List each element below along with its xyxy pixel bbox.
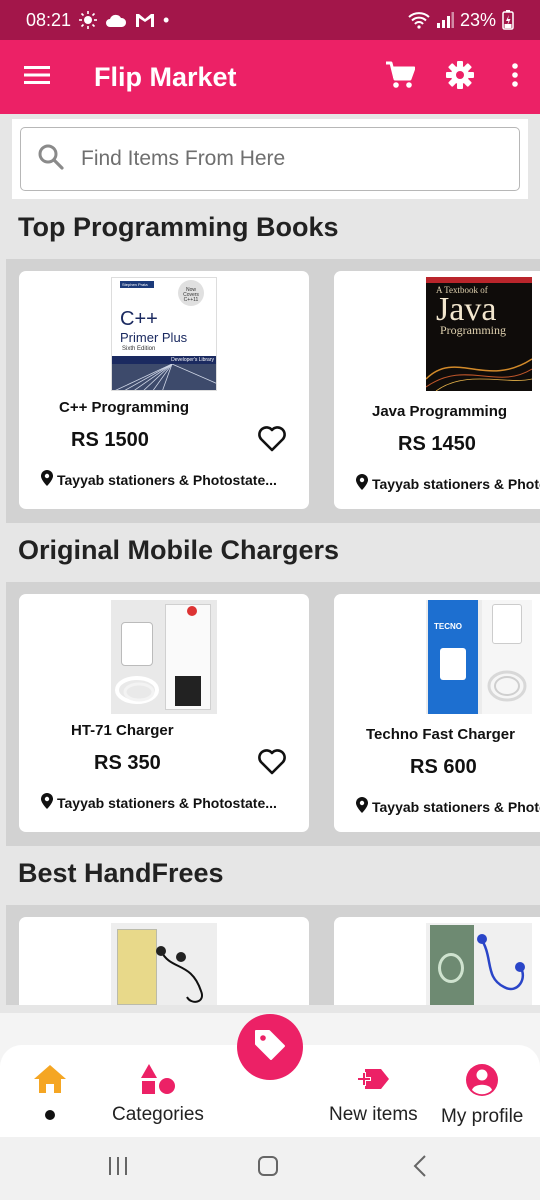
product-location: Tayyab stationers & Photostate... — [41, 793, 277, 812]
recents-icon — [107, 1156, 129, 1181]
books-carousel[interactable]: Stephen Prata Now Covers C++11 C++ Prime… — [6, 259, 540, 523]
system-navigation-bar — [0, 1137, 540, 1200]
box-brand: TECNO — [434, 622, 462, 631]
more-vert-icon — [511, 62, 519, 92]
product-name: Java Programming — [372, 403, 508, 420]
app-title: Flip Market — [94, 61, 237, 92]
account-circle-icon — [465, 1063, 499, 1102]
location-pin-icon — [356, 797, 368, 816]
menu-button[interactable] — [0, 40, 74, 114]
active-indicator — [45, 1110, 55, 1120]
chargers-carousel[interactable]: HT-71 Charger RS 350 Tayyab stationers &… — [6, 582, 540, 846]
location-text: Tayyab stationers & Photostate... — [372, 475, 540, 492]
cover-subtitle: Primer Plus — [120, 330, 188, 345]
location-text: Tayyab stationers & Photostate... — [57, 471, 277, 488]
cover-badge: Now Covers C++11 — [178, 280, 204, 306]
wifi-icon — [408, 11, 430, 29]
cover-series: Developer's Library — [112, 356, 216, 364]
back-chevron-icon — [413, 1155, 427, 1182]
location-pin-icon — [356, 474, 368, 493]
product-location: Tayyab stationers & Photostate... — [356, 797, 540, 816]
section-title-handfrees: Best HandFrees — [18, 858, 224, 888]
section-title-chargers: Original Mobile Chargers — [18, 535, 340, 565]
status-time: 08:21 — [26, 9, 72, 30]
handfrees-carousel[interactable] — [6, 905, 540, 1005]
signal-icon — [436, 12, 454, 28]
favorite-heart-icon[interactable] — [257, 425, 287, 458]
product-card-techno[interactable]: TECNO Techno Fast Charger RS 600 Tayyab … — [334, 594, 540, 832]
nav-label: My profile — [441, 1106, 524, 1127]
settings-button[interactable] — [430, 40, 490, 114]
cpp-book-cover: Stephen Prata Now Covers C++11 C++ Prime… — [111, 277, 217, 391]
java-book-cover: A Textbook of Java Programming — [426, 277, 532, 391]
cloud-icon — [105, 12, 127, 28]
sun-icon — [79, 11, 98, 29]
search-container: Find Items From Here — [12, 119, 528, 199]
favorite-heart-icon[interactable] — [257, 748, 287, 781]
gear-icon — [446, 60, 474, 94]
shapes-icon — [140, 1063, 176, 1100]
search-icon — [37, 143, 65, 176]
handfree-2-photo — [426, 923, 532, 1005]
tag-icon — [253, 1028, 287, 1067]
product-price: RS 1500 — [71, 429, 149, 451]
earphone-wire — [477, 934, 525, 991]
product-card-handfree-2[interactable] — [334, 917, 540, 1005]
product-card-cpp[interactable]: Stephen Prata Now Covers C++11 C++ Prime… — [19, 271, 309, 509]
nav-label: New items — [329, 1104, 418, 1125]
battery-icon — [502, 10, 514, 30]
location-pin-icon — [41, 793, 53, 812]
cable-coil — [487, 670, 527, 702]
product-price: RS 350 — [94, 752, 161, 774]
product-price: RS 600 — [410, 756, 477, 778]
offers-fab-button[interactable] — [237, 1014, 303, 1080]
battery-percent: 23% — [459, 9, 496, 30]
cart-icon — [385, 61, 416, 94]
bridge-illustration — [112, 364, 216, 390]
cover-edition: Sixth Edition — [122, 346, 156, 352]
product-name: C++ Programming — [59, 399, 190, 416]
home-square-icon — [257, 1155, 279, 1182]
product-location: Tayyab stationers & Photostate... — [41, 470, 277, 489]
java-swirl-illustration — [426, 358, 532, 391]
nav-label: Categories — [112, 1104, 204, 1125]
hamburger-icon — [24, 65, 50, 90]
home-system-button[interactable] — [248, 1137, 288, 1200]
product-price: RS 1450 — [398, 433, 476, 455]
location-text: Tayyab stationers & Photostate... — [57, 794, 277, 811]
nav-new-items[interactable]: New items — [329, 1063, 418, 1126]
back-button[interactable] — [400, 1137, 440, 1200]
cover-author: Stephen Prata — [120, 281, 154, 288]
status-dot: • — [163, 9, 170, 30]
product-card-java[interactable]: A Textbook of Java Programming Java Prog… — [334, 271, 540, 509]
search-input[interactable]: Find Items From Here — [20, 127, 520, 191]
product-card-ht71[interactable]: HT-71 Charger RS 350 Tayyab stationers &… — [19, 594, 309, 832]
earphone-wire — [156, 946, 203, 1003]
home-icon — [32, 1063, 68, 1100]
app-bar: Flip Market — [0, 40, 540, 114]
overflow-menu-button[interactable] — [490, 40, 540, 114]
new-tag-icon — [355, 1063, 391, 1100]
nav-home[interactable] — [32, 1063, 68, 1120]
nav-categories[interactable]: Categories — [112, 1063, 204, 1126]
product-card-handfree-1[interactable] — [19, 917, 309, 1005]
recents-button[interactable] — [98, 1137, 138, 1200]
cable-coil — [115, 676, 159, 704]
cart-button[interactable] — [370, 40, 430, 114]
handfree-1-photo — [111, 923, 217, 1005]
section-title-books: Top Programming Books — [18, 212, 339, 242]
cover-subtitle: Programming — [440, 323, 506, 337]
gmail-icon — [135, 12, 155, 28]
status-bar: 08:21 • 23% — [0, 0, 540, 40]
product-name: HT-71 Charger — [71, 722, 174, 739]
cover-title: C++ — [120, 308, 158, 330]
product-location: Tayyab stationers & Photostate... — [356, 474, 540, 493]
search-placeholder: Find Items From Here — [81, 147, 286, 170]
nav-my-profile[interactable]: My profile — [441, 1063, 523, 1128]
location-text: Tayyab stationers & Photostate... — [372, 798, 540, 815]
techno-charger-photo: TECNO — [426, 600, 532, 714]
product-name: Techno Fast Charger — [366, 726, 515, 743]
location-pin-icon — [41, 470, 53, 489]
ht71-charger-photo — [111, 600, 217, 714]
